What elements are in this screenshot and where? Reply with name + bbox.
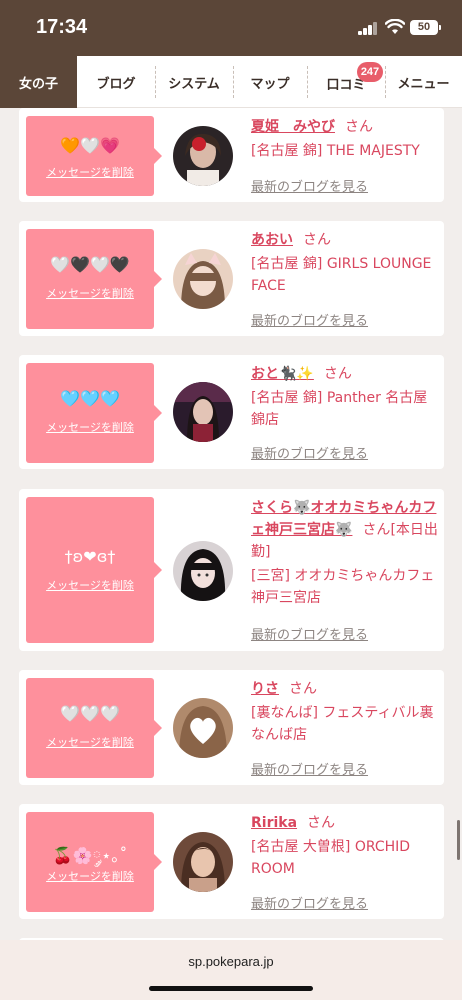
- latest-blog-link[interactable]: 最新のブログを見る: [251, 176, 368, 195]
- delete-message-link[interactable]: メッセージを削除: [26, 577, 154, 593]
- honorific: さん: [362, 522, 391, 538]
- girl-info: 夏姫 みやび さん [名古屋 錦] THE MAJESTY: [251, 116, 441, 162]
- delete-message-link[interactable]: メッセージを削除: [26, 868, 154, 884]
- message-box[interactable]: 🧡🤍💗 メッセージを削除: [26, 116, 162, 196]
- latest-blog-link[interactable]: 最新のブログを見る: [251, 624, 368, 643]
- browser-address-bar[interactable]: sp.pokepara.jp: [0, 940, 462, 1000]
- honorific: さん: [307, 815, 336, 831]
- girl-name-link[interactable]: 夏姫 みやび: [251, 119, 335, 135]
- delete-message-link[interactable]: メッセージを削除: [26, 734, 154, 750]
- shop-area: [名古屋 錦]: [251, 143, 323, 159]
- girl-info: さくら🐺オオカミちゃんカフェ神戸三宮店🐺 さん[本日出勤] [三宮] オオカミちゃ…: [251, 497, 441, 609]
- home-indicator[interactable]: [149, 986, 313, 991]
- girl-name-link[interactable]: あおい: [251, 232, 293, 248]
- shop-area: [名古屋 錦]: [251, 256, 323, 272]
- list-item: 🩵🩵🩵 メッセージを削除 おと🐈‍⬛✨ さん [名古屋 錦] Panther 名古…: [19, 355, 444, 469]
- message-emoji: 🤍🤍🤍: [60, 704, 120, 723]
- girl-info: Ririka さん [名古屋 大曽根] ORCHID ROOM: [251, 812, 441, 880]
- shop-name: THE MAJESTY: [326, 143, 420, 159]
- battery-icon: 50: [410, 20, 441, 35]
- list-item: 🤍🖤🤍🖤 メッセージを削除 あおい さん [名古屋 錦] GIRLS LOUNGE…: [19, 221, 444, 336]
- message-box[interactable]: 🩵🩵🩵 メッセージを削除: [26, 363, 162, 463]
- tab-map[interactable]: マップ: [233, 56, 307, 108]
- shop-area: [三宮]: [251, 568, 290, 584]
- avatar[interactable]: [173, 698, 233, 758]
- girl-name-link[interactable]: おと🐈‍⬛✨: [251, 366, 314, 382]
- latest-blog-link[interactable]: 最新のブログを見る: [251, 893, 368, 912]
- tab-girls[interactable]: 女の子: [0, 56, 77, 108]
- avatar[interactable]: [173, 832, 233, 892]
- message-box[interactable]: 🍒🌸༘⋆｡˚ メッセージを削除: [26, 812, 162, 912]
- avatar[interactable]: [173, 249, 233, 309]
- list-item: 🧡🤍💗 メッセージを削除 夏姫 みやび さん [名古屋 錦] THE MAJEST…: [19, 108, 444, 202]
- wifi-icon: [385, 19, 405, 34]
- nav-tabs: 女の子 ブログ システム マップ 口コミ メニュー: [0, 56, 462, 108]
- tab-blog[interactable]: ブログ: [77, 56, 155, 108]
- message-box[interactable]: 🤍🤍🤍 メッセージを削除: [26, 678, 162, 778]
- latest-blog-link[interactable]: 最新のブログを見る: [251, 759, 368, 778]
- girl-info: おと🐈‍⬛✨ さん [名古屋 錦] Panther 名古屋錦店: [251, 363, 441, 431]
- girl-name-link[interactable]: Ririka: [251, 815, 297, 831]
- honorific: さん: [323, 366, 352, 382]
- latest-blog-link[interactable]: 最新のブログを見る: [251, 443, 368, 462]
- delete-message-link[interactable]: メッセージを削除: [26, 164, 154, 180]
- avatar[interactable]: [173, 126, 233, 186]
- message-emoji: 🤍🖤🤍🖤: [50, 255, 130, 274]
- message-emoji: 🧡🤍💗: [60, 136, 120, 155]
- delete-message-link[interactable]: メッセージを削除: [26, 419, 154, 435]
- honorific: さん: [289, 681, 317, 697]
- signal-icon: [358, 22, 378, 35]
- tab-system[interactable]: システム: [155, 56, 233, 108]
- message-box[interactable]: †ʚ❤ɞ† メッセージを削除: [26, 497, 162, 643]
- list-item: 🍒🌸༘⋆｡˚ メッセージを削除 Ririka さん [名古屋 大曽根] ORCHI…: [19, 804, 444, 919]
- shop-area: [裏なんば]: [251, 705, 318, 721]
- avatar[interactable]: [173, 541, 233, 601]
- girl-name-link[interactable]: りさ: [251, 681, 279, 697]
- honorific: さん: [345, 119, 373, 135]
- list-item: †ʚ❤ɞ† メッセージを削除 さくら🐺オオカミちゃんカフェ神戸三宮店🐺 さん[本日…: [19, 489, 444, 651]
- status-time: 17:34: [36, 16, 88, 38]
- delete-message-link[interactable]: メッセージを削除: [26, 285, 154, 301]
- status-bar: 17:34 50: [0, 0, 462, 56]
- shop-area: [名古屋 錦]: [251, 390, 323, 406]
- girl-info: りさ さん [裏なんば] フェスティバル裏なんば店: [251, 678, 441, 746]
- scrollbar[interactable]: [457, 820, 460, 860]
- girl-info: あおい さん [名古屋 錦] GIRLS LOUNGE FACE: [251, 229, 441, 297]
- message-emoji: 🩵🩵🩵: [60, 389, 120, 408]
- latest-blog-link[interactable]: 最新のブログを見る: [251, 310, 368, 329]
- review-count-badge: 247: [357, 62, 383, 82]
- shop-area: [名古屋 大曽根]: [251, 839, 351, 855]
- honorific: さん: [303, 232, 331, 248]
- url-text[interactable]: sp.pokepara.jp: [0, 954, 462, 969]
- list-item: 🤍🤍🤍 メッセージを削除 りさ さん [裏なんば] フェスティバル裏なんば店 最新…: [19, 670, 444, 785]
- message-box[interactable]: 🤍🖤🤍🖤 メッセージを削除: [26, 229, 162, 329]
- favorites-list: 🧡🤍💗 メッセージを削除 夏姫 みやび さん [名古屋 錦] THE MAJEST…: [0, 108, 462, 940]
- message-emoji: †ʚ❤ɞ†: [64, 547, 116, 566]
- tab-menu[interactable]: メニュー: [385, 56, 462, 108]
- avatar[interactable]: [173, 382, 233, 442]
